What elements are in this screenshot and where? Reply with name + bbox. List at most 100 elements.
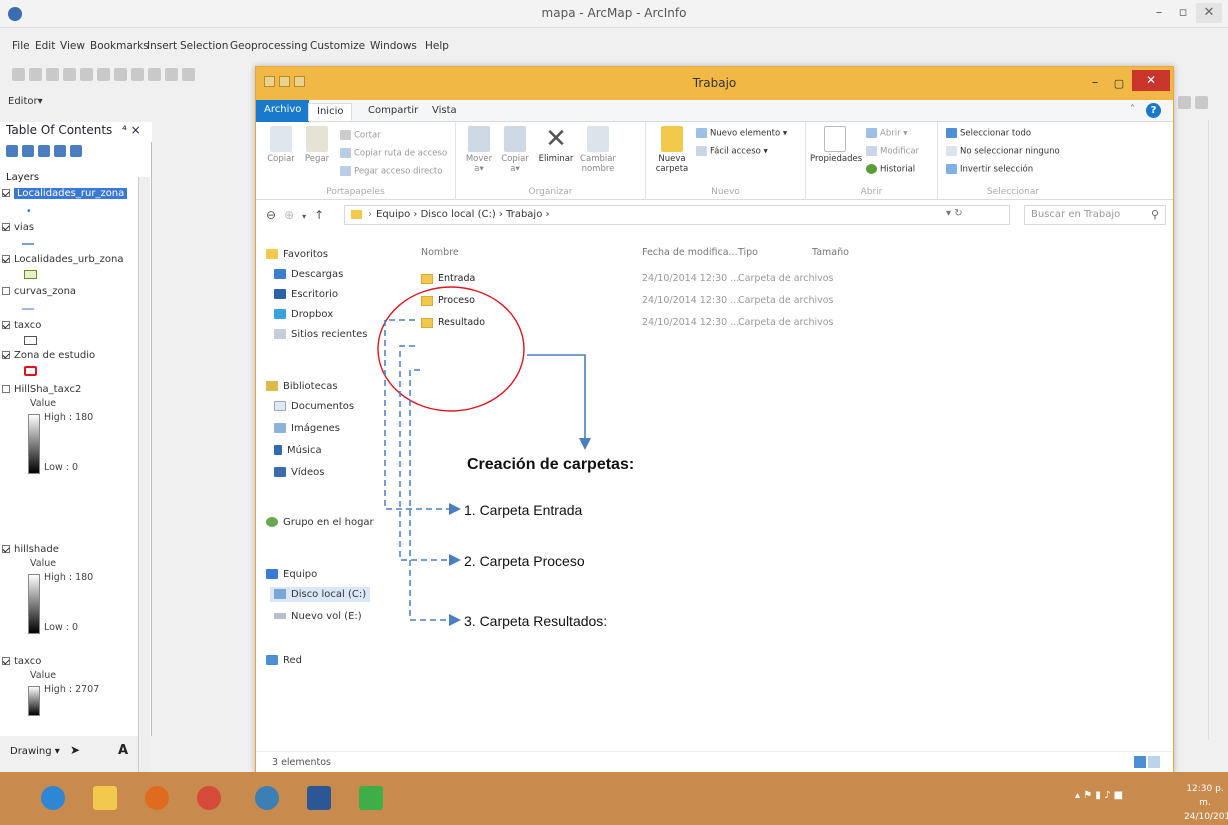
- new-folder-button[interactable]: Nueva carpeta: [654, 126, 690, 174]
- nav-equipo[interactable]: Equipo: [266, 569, 317, 580]
- select-none-button[interactable]: No seleccionar ninguno: [946, 146, 1060, 157]
- layer-item[interactable]: curvas_zona: [2, 286, 76, 297]
- easy-access-button[interactable]: Fácil acceso ▾: [696, 146, 768, 157]
- file-row[interactable]: Entrada 24/10/2014 12:30 ... Carpeta de …: [411, 271, 1171, 289]
- nav-nuevo-vol[interactable]: Nuevo vol (E:): [274, 611, 362, 622]
- cut-icon[interactable]: [80, 68, 93, 81]
- nav-disco-local[interactable]: Disco local (C:): [270, 587, 371, 602]
- layer-checkbox[interactable]: [2, 351, 10, 359]
- copy-path-button[interactable]: Copiar ruta de acceso: [340, 148, 447, 159]
- file-row[interactable]: Resultado 24/10/2014 12:30 ... Carpeta d…: [411, 315, 1171, 333]
- open-icon[interactable]: [29, 68, 42, 81]
- back-icon[interactable]: ⊖: [266, 208, 276, 222]
- address-bar[interactable]: › Equipo › Disco local (C:) › Trabajo ›: [344, 205, 1010, 225]
- word-taskbar-button[interactable]: [296, 778, 342, 819]
- flag-icon[interactable]: ⚑: [1083, 790, 1092, 801]
- options-icon[interactable]: [70, 145, 82, 157]
- nav-red[interactable]: Red: [266, 655, 302, 666]
- redo-icon[interactable]: [165, 68, 178, 81]
- layer-checkbox[interactable]: [2, 223, 10, 231]
- undo-icon[interactable]: [148, 68, 161, 81]
- layer-item[interactable]: Zona de estudio: [2, 350, 95, 361]
- clock[interactable]: 12:30 p. m. 24/10/2014: [1184, 782, 1228, 824]
- minimize-button[interactable]: –: [1083, 75, 1107, 93]
- nav-imagenes[interactable]: Imágenes: [274, 423, 340, 434]
- cut-button[interactable]: Cortar: [340, 130, 381, 141]
- layer-item[interactable]: HillSha_taxc2: [2, 384, 81, 395]
- move-to-button[interactable]: Mover a▾: [462, 126, 496, 174]
- nav-sitios-recientes[interactable]: Sitios recientes: [274, 329, 367, 340]
- recent-dropdown-icon[interactable]: ▾: [302, 212, 306, 221]
- app-taskbar-button[interactable]: [348, 778, 394, 819]
- tab-archivo[interactable]: Archivo: [256, 100, 310, 122]
- nav-grupo-hogar[interactable]: Grupo en el hogar: [266, 517, 374, 528]
- close-button[interactable]: ✕: [1132, 70, 1170, 91]
- network-icon[interactable]: ▮: [1095, 790, 1101, 801]
- copy-icon[interactable]: [97, 68, 110, 81]
- breadcrumb[interactable]: Equipo › Disco local (C:) › Trabajo ›: [376, 209, 550, 220]
- copy-to-button[interactable]: Copiar a▾: [498, 126, 532, 174]
- chevron-up-icon[interactable]: ˄: [1130, 104, 1135, 115]
- layers-group[interactable]: Layers: [6, 172, 39, 183]
- paste-button[interactable]: Pegar: [300, 126, 334, 164]
- menu-windows[interactable]: Windows: [370, 40, 417, 52]
- layer-item[interactable]: Localidades_urb_zona: [2, 254, 124, 265]
- menu-edit[interactable]: Edit: [35, 40, 55, 52]
- select-all-button[interactable]: Seleccionar todo: [946, 128, 1031, 139]
- history-button[interactable]: Historial: [866, 164, 915, 175]
- tool-icon[interactable]: [1178, 96, 1191, 109]
- layer-checkbox[interactable]: [2, 657, 10, 665]
- column-header-fecha[interactable]: Fecha de modifica...: [642, 247, 738, 258]
- delete-icon[interactable]: [131, 68, 144, 81]
- select-elements-icon[interactable]: ➤: [70, 743, 80, 757]
- nav-favoritos[interactable]: Favoritos: [266, 249, 328, 260]
- menu-customize[interactable]: Customize: [310, 40, 365, 52]
- list-by-source-icon[interactable]: [22, 145, 34, 157]
- volume-icon[interactable]: ♪: [1104, 790, 1110, 801]
- layer-checkbox[interactable]: [2, 321, 10, 329]
- large-icons-view-icon[interactable]: [1148, 756, 1160, 768]
- menu-file[interactable]: File: [12, 40, 30, 52]
- menu-view[interactable]: View: [60, 40, 85, 52]
- delete-button[interactable]: ✕ Eliminar: [536, 126, 576, 164]
- menu-geoprocessing[interactable]: Geoprocessing: [230, 40, 308, 52]
- arcmap-minimize-button[interactable]: –: [1146, 3, 1172, 23]
- new-item-button[interactable]: Nuevo elemento ▾: [696, 128, 787, 139]
- arcmap-maximize-button[interactable]: ▫: [1170, 3, 1196, 23]
- list-by-drawing-order-icon[interactable]: [6, 145, 18, 157]
- column-header-tamano[interactable]: Tamaño: [812, 247, 849, 258]
- list-by-visibility-icon[interactable]: [38, 145, 50, 157]
- nav-escritorio[interactable]: Escritorio: [274, 289, 338, 300]
- explorer-taskbar-button[interactable]: [82, 778, 128, 819]
- menu-insert[interactable]: Insert: [147, 40, 177, 52]
- tab-inicio[interactable]: Inicio: [308, 103, 353, 121]
- list-by-selection-icon[interactable]: [54, 145, 66, 157]
- arcmap-taskbar-button[interactable]: [244, 778, 290, 819]
- open-button[interactable]: Abrir ▾: [866, 128, 908, 139]
- tab-compartir[interactable]: Compartir: [360, 103, 426, 121]
- layer-item[interactable]: taxco: [2, 656, 41, 667]
- firefox-taskbar-button[interactable]: [134, 778, 180, 819]
- map-scrollbar[interactable]: [1208, 120, 1226, 740]
- layer-checkbox[interactable]: [2, 545, 10, 553]
- refresh-icon[interactable]: ▾ ↻: [946, 208, 963, 219]
- layer-checkbox[interactable]: [2, 287, 10, 295]
- layer-checkbox[interactable]: [2, 385, 10, 393]
- paste-shortcut-button[interactable]: Pegar acceso directo: [340, 166, 442, 177]
- column-header-nombre[interactable]: Nombre: [421, 247, 459, 258]
- layer-checkbox[interactable]: [2, 255, 10, 263]
- new-icon[interactable]: [12, 68, 25, 81]
- chrome-taskbar-button[interactable]: [186, 778, 232, 819]
- rename-button[interactable]: Cambiar nombre: [578, 126, 618, 174]
- toc-close-icon[interactable]: ⁴ ×: [122, 123, 141, 137]
- edit-button[interactable]: Modificar: [866, 146, 919, 157]
- up-arrow-icon[interactable]: ↑: [314, 208, 324, 222]
- help-icon[interactable]: ?: [1146, 103, 1161, 118]
- invert-selection-button[interactable]: Invertir selección: [946, 164, 1033, 175]
- nav-documentos[interactable]: Documentos: [274, 401, 354, 412]
- nav-videos[interactable]: Vídeos: [274, 467, 324, 478]
- add-data-icon[interactable]: [182, 68, 195, 81]
- tray-chevron-icon[interactable]: ▴: [1075, 790, 1080, 801]
- paste-icon[interactable]: [114, 68, 127, 81]
- nav-musica[interactable]: Música: [274, 445, 322, 456]
